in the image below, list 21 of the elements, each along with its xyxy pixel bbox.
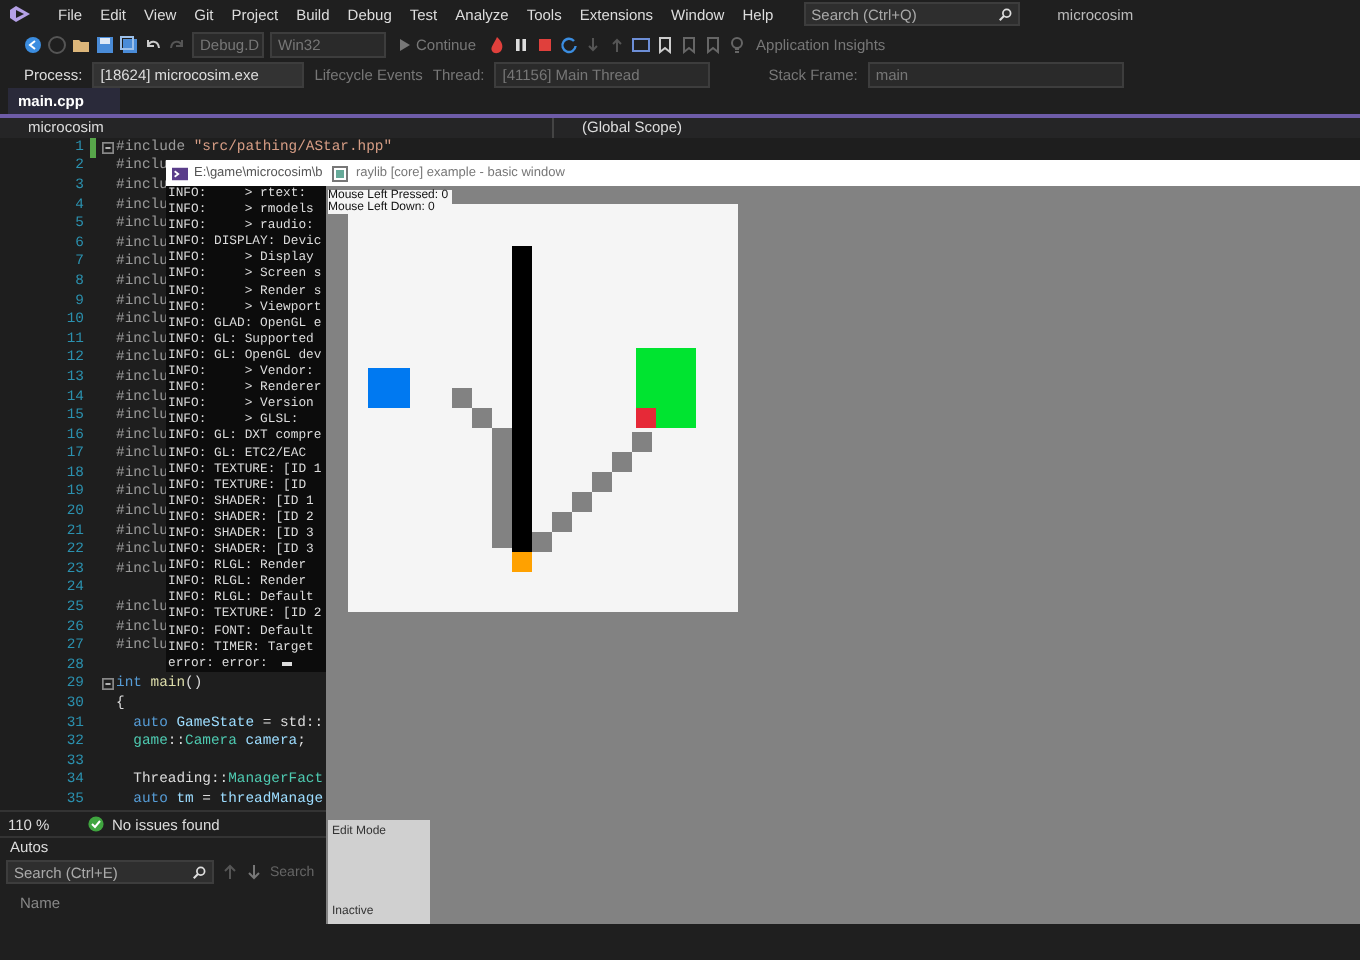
folder-icon[interactable] <box>72 35 90 53</box>
console-icon <box>172 165 188 181</box>
app-logo-icon <box>8 4 32 24</box>
collapse-icon[interactable] <box>102 141 114 154</box>
window-icon[interactable] <box>632 35 651 53</box>
back-icon[interactable] <box>24 35 42 53</box>
window-icon <box>332 165 348 181</box>
lightbulb-icon[interactable] <box>728 35 747 53</box>
stop-icon[interactable] <box>536 35 555 53</box>
search-icon <box>997 7 1012 21</box>
pause-icon[interactable] <box>512 35 531 53</box>
collapse-icon[interactable] <box>102 678 114 691</box>
text-cursor <box>282 662 292 666</box>
play-icon <box>398 37 412 51</box>
restart-icon[interactable] <box>560 35 579 53</box>
save-all-icon[interactable] <box>120 35 138 53</box>
undo-icon[interactable] <box>144 35 162 53</box>
save-icon[interactable] <box>96 35 114 53</box>
down-arrow-icon[interactable] <box>246 864 262 880</box>
search-icon <box>192 865 206 879</box>
check-icon <box>88 816 104 832</box>
